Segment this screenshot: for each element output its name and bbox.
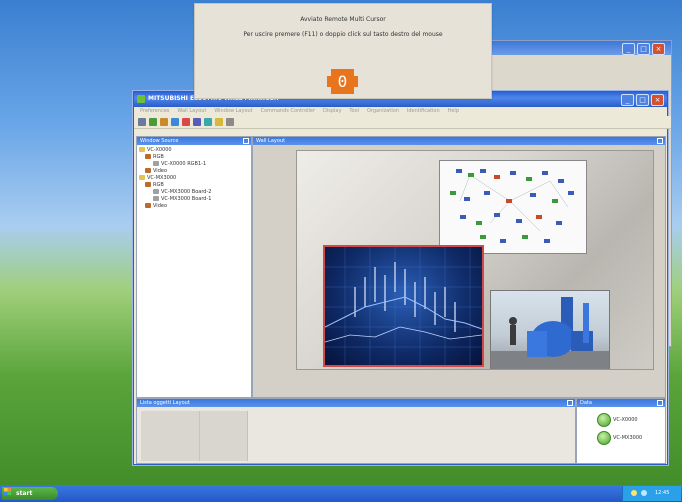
system-tray: 12:45 <box>622 486 681 501</box>
maximize-icon[interactable]: □ <box>636 94 649 106</box>
layout-object-list-header: Lista oggetti Layout <box>137 399 575 407</box>
video-icon <box>145 203 151 208</box>
open-icon[interactable] <box>149 118 157 126</box>
taskbar: start 12:45 <box>0 485 682 502</box>
menu-item-tool[interactable]: Tool <box>349 107 359 116</box>
window-source-title: Window Source <box>140 138 179 144</box>
close-icon[interactable]: × <box>651 94 664 106</box>
folder-icon <box>139 147 145 152</box>
industrial-photo-window[interactable] <box>490 290 610 369</box>
tree-item[interactable]: VC-MX3000 <box>139 175 251 182</box>
clock[interactable]: 12:45 <box>655 490 669 496</box>
window-source-panel: Window Source VC-X0000 RGB VC-X0000 RGB1… <box>136 136 252 398</box>
layout-object-list-table[interactable] <box>141 411 248 461</box>
data-item-label[interactable]: VC-X0000 <box>613 417 638 423</box>
close-icon[interactable] <box>567 400 573 406</box>
wall-layout-title: Wall Layout <box>256 138 286 144</box>
window-source-header: Window Source <box>137 137 251 145</box>
layout-icon[interactable] <box>182 118 190 126</box>
window-icon[interactable] <box>171 118 179 126</box>
menu-item-organization[interactable]: Organization <box>367 107 399 116</box>
column-divider[interactable] <box>199 411 200 461</box>
wall-layout-header: Wall Layout <box>253 137 665 145</box>
industrial-machine-image <box>491 297 609 369</box>
source-icon[interactable] <box>193 118 201 126</box>
remote-cursor-notification: Avviato Remote Multi Cursor Per uscire p… <box>194 3 492 99</box>
menu-item-wall-layout[interactable]: Wall Layout <box>177 107 206 116</box>
menu-item-identification[interactable]: Identification <box>407 107 440 116</box>
toolbar <box>134 116 671 129</box>
rgb-icon <box>145 154 151 159</box>
tray-icon[interactable] <box>631 490 637 496</box>
close-icon[interactable] <box>243 138 249 144</box>
wall-layout-panel: Wall Layout <box>252 136 666 398</box>
tree-item[interactable]: VC-MX3000 Board-1 <box>139 196 251 203</box>
input-icon <box>153 189 159 194</box>
financial-chart-window[interactable] <box>323 245 484 367</box>
start-label: start <box>16 490 33 497</box>
input-icon <box>153 196 159 201</box>
maximize-icon[interactable]: □ <box>637 43 650 55</box>
network-diagram-window[interactable] <box>439 160 587 254</box>
device-icon[interactable] <box>597 413 611 427</box>
menu-item-help[interactable]: Help <box>448 107 459 116</box>
menu-item-display[interactable]: Display <box>323 107 341 116</box>
close-icon[interactable] <box>657 138 663 144</box>
windows-logo-icon <box>4 488 11 495</box>
tree-item[interactable]: RGB <box>139 182 251 189</box>
folder-icon <box>139 175 145 180</box>
device-icon[interactable] <box>597 431 611 445</box>
financial-chart-image <box>325 247 482 365</box>
data-title: Data <box>580 400 592 406</box>
notification-message: Per uscire premere (F11) o doppio click … <box>243 31 443 38</box>
help-icon[interactable] <box>226 118 234 126</box>
wall-canvas[interactable] <box>296 150 654 370</box>
save-icon[interactable] <box>160 118 168 126</box>
tree-item[interactable]: VC-MX3000 Board-2 <box>139 189 251 196</box>
input-icon <box>153 161 159 166</box>
video-icon <box>145 168 151 173</box>
monitor-icon[interactable] <box>204 118 212 126</box>
tree-item[interactable]: RGB <box>139 154 251 161</box>
menu-bar: Preferences Wall Layout Window Layout Co… <box>134 107 667 116</box>
network-diagram-image <box>450 169 574 243</box>
tree-item[interactable]: Video <box>139 168 251 175</box>
rgb-icon <box>145 182 151 187</box>
data-panel: Data VC-X0000 VC-MX3000 <box>576 398 666 464</box>
tree-item[interactable]: VC-X0000 RGB1-1 <box>139 161 251 168</box>
notification-title: Avviato Remote Multi Cursor <box>300 16 386 23</box>
close-icon[interactable]: × <box>652 43 665 55</box>
minimize-icon[interactable]: _ <box>622 43 635 55</box>
app-logo-icon <box>137 95 145 103</box>
app-window: MITSUBISHI ELECTRIC WALL MANAGER _ □ × P… <box>133 91 671 465</box>
menu-item-commands-controller[interactable]: Commands Controller <box>261 107 316 116</box>
data-item-label[interactable]: VC-MX3000 <box>613 435 642 441</box>
settings-icon[interactable] <box>215 118 223 126</box>
layout-object-list-panel: Lista oggetti Layout <box>136 398 576 464</box>
minimize-icon[interactable]: _ <box>621 94 634 106</box>
layout-object-list-title: Lista oggetti Layout <box>140 400 190 406</box>
menu-item-preferences[interactable]: Preferences <box>140 107 169 116</box>
menu-item-window-layout[interactable]: Window Layout <box>214 107 252 116</box>
close-icon[interactable] <box>657 400 663 406</box>
tray-icon[interactable] <box>641 490 647 496</box>
grid-icon[interactable] <box>138 118 146 126</box>
tree-item[interactable]: VC-X0000 <box>139 147 251 154</box>
cursor-counter-badge: 0 <box>327 69 358 94</box>
tree-item[interactable]: Video <box>139 203 251 210</box>
data-header: Data <box>577 399 665 407</box>
